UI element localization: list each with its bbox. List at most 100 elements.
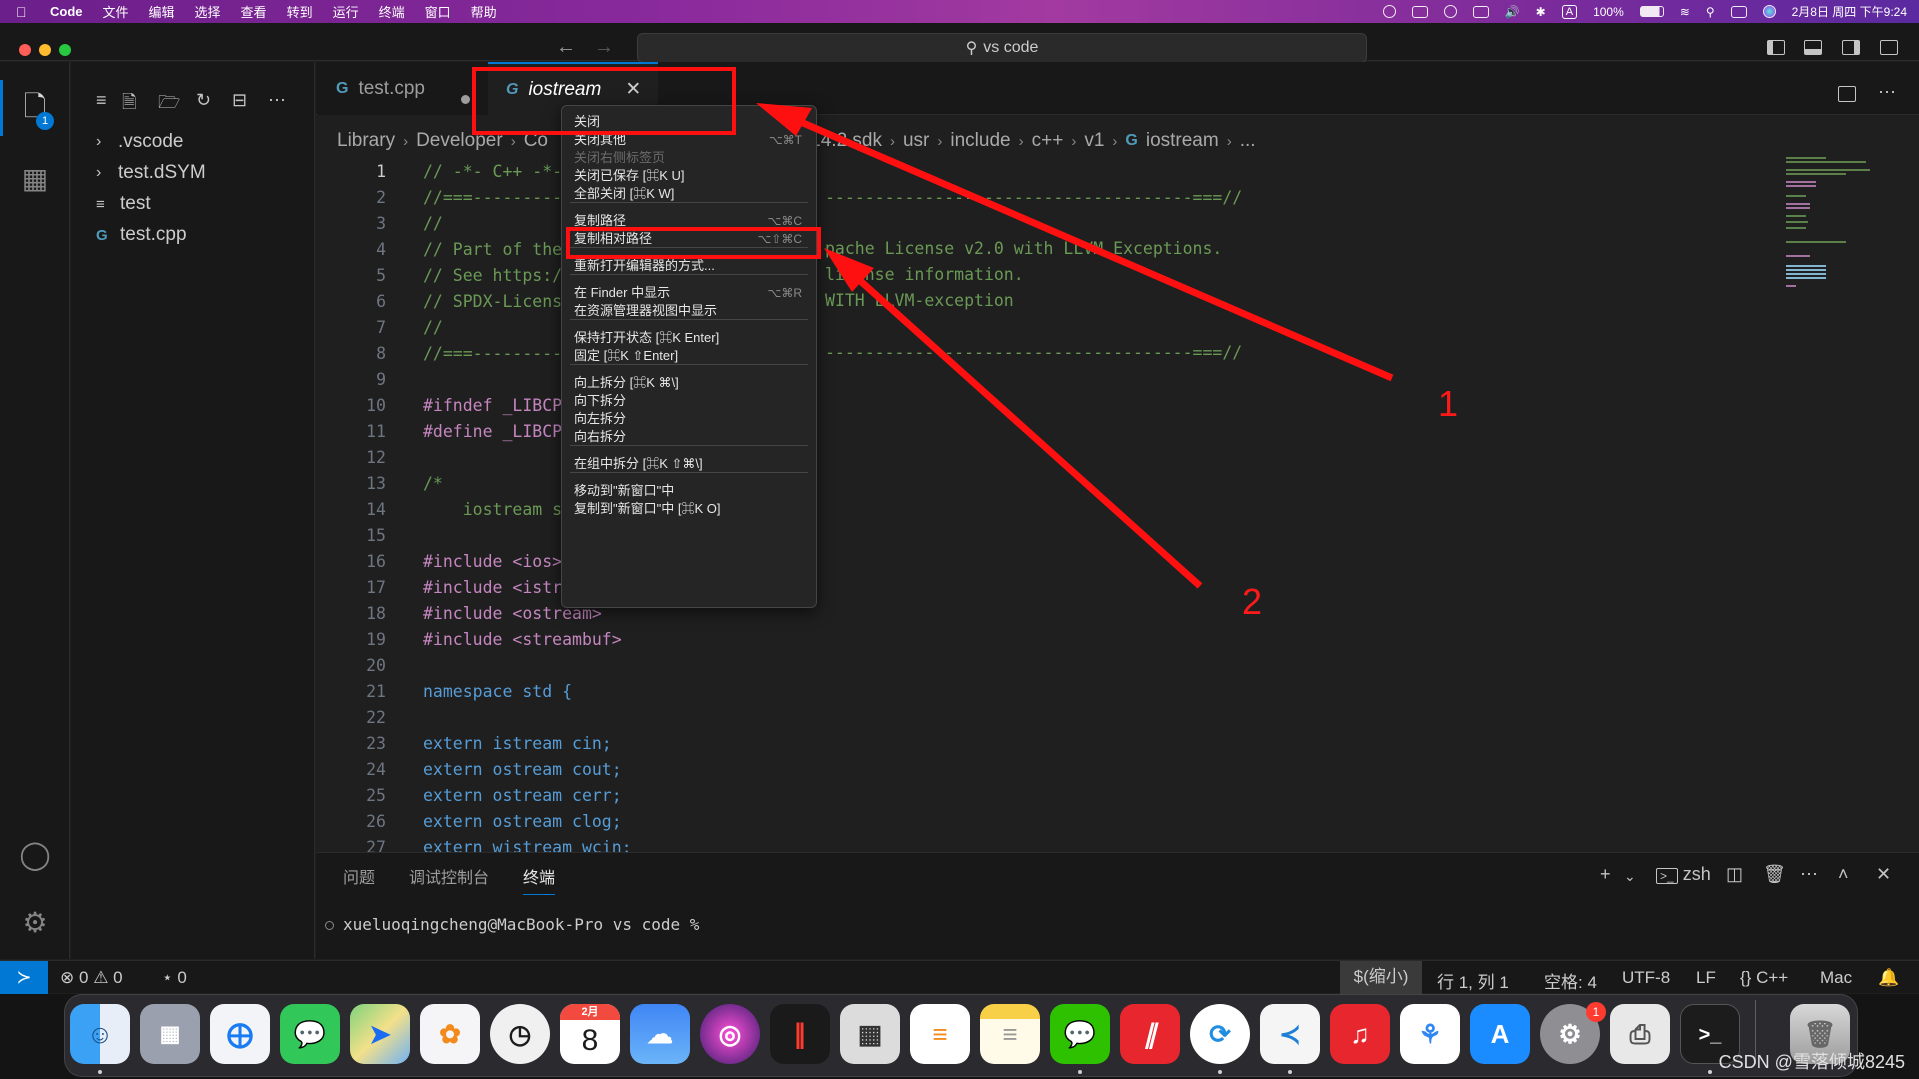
tree-item-test-dsym[interactable]: › test.dSYM [96,159,206,187]
tree-item-test[interactable]: ≡ test [96,190,151,218]
photos-icon[interactable]: ✿ [420,1004,480,1064]
menu-go[interactable]: 转到 [287,2,313,21]
split-terminal-icon[interactable]: ◫ [1726,864,1743,885]
code-line[interactable]: 9 [330,367,1830,393]
safari-icon[interactable]: ⨁ [210,1004,270,1064]
tree-item-vscode[interactable]: › .vscode [96,128,183,156]
accounts-icon[interactable]: ◯ [18,838,52,872]
panel-tab-terminal[interactable]: 终端 [523,864,556,895]
eol-status[interactable]: LF [1696,968,1716,988]
screen-mirror-icon[interactable] [1472,5,1489,18]
messages-icon[interactable]: 💬 [280,1004,340,1064]
tab-test-cpp[interactable]: G test.cpp [318,62,488,115]
code-line[interactable]: 20 [330,653,1830,679]
code-line[interactable]: 13 /* [330,471,1830,497]
notes-icon[interactable]: ≡ [980,1004,1040,1064]
breadcrumb-item[interactable]: v1 [1084,130,1104,152]
context-menu-item[interactable]: 复制到"新窗口"中 [⌘K O] [574,499,806,519]
unsaved-dot-icon[interactable] [461,95,470,104]
context-menu-item[interactable]: 向上拆分 [⌘K ⌘\] [574,373,806,393]
toggle-primary-sidebar-icon[interactable] [1767,40,1785,55]
context-menu-item[interactable]: 向右拆分 [574,427,806,447]
editor-more-actions-icon[interactable]: ⋯ [1878,82,1896,103]
context-menu-item[interactable]: 固定 [⌘K ⇧Enter] [574,346,806,366]
breadcrumb-item[interactable]: Library [337,130,395,152]
code-line[interactable]: 23 extern istream cin; [330,731,1830,757]
maximize-panel-icon[interactable]: ˄ [1838,864,1849,885]
explorer-menu-icon[interactable]: ≡ [96,90,107,111]
kill-terminal-trash-icon[interactable]: 🗑 [1763,864,1786,885]
vscode-icon[interactable]: ≺ [1260,1004,1320,1064]
calculator-icon[interactable]: ▦ [840,1004,900,1064]
close-window-button[interactable] [19,44,31,56]
context-menu-item[interactable]: 在组中拆分 [⌘K ⇧⌘\] [574,454,806,474]
app-store-icon[interactable]: A [1470,1004,1530,1064]
menu-file[interactable]: 文件 [103,2,129,21]
menu-window[interactable]: 窗口 [425,2,451,21]
close-panel-icon[interactable]: ✕ [1876,864,1891,885]
forward-arrow-icon[interactable]: → [594,36,614,59]
bluetooth-icon[interactable]: ✱ [1536,5,1546,19]
breadcrumb-item[interactable]: iostream [1146,130,1219,152]
toggle-panel-icon[interactable] [1804,40,1822,55]
breadcrumb-item[interactable]: include [950,130,1010,152]
breadcrumb-item[interactable]: c++ [1032,130,1064,152]
code-line[interactable]: 11 #define _LIBCPP [330,419,1830,445]
wechat-icon[interactable]: 💬 [1050,1004,1110,1064]
xunlei-icon[interactable]: ∥ [1120,1004,1180,1064]
weather-icon[interactable]: ☁ [630,1004,690,1064]
code-line[interactable]: 17 #include <istre [330,575,1830,601]
context-menu-item[interactable]: 关闭已保存 [⌘K U] [574,166,806,186]
reminders-icon[interactable]: ≡ [910,1004,970,1064]
zoom-out-status[interactable]: $(缩小) [1340,961,1422,994]
context-menu-item[interactable]: 重新打开编辑器的方式... [574,256,806,276]
code-line[interactable]: 18 #include <ostream> [330,601,1830,627]
menu-app-code[interactable]: Code [50,4,83,19]
code-line[interactable]: 1 // -*- C++ -*- [330,159,1830,185]
code-line[interactable]: 15 [330,523,1830,549]
code-line[interactable]: 3 // [330,211,1830,237]
control-center-icon[interactable] [1730,5,1747,18]
code-line[interactable]: 16 #include <ios> [330,549,1830,575]
terminal-prompt[interactable]: xueluoqingcheng@MacBook-Pro vs code % [343,915,699,934]
new-file-icon[interactable]: 🗎 [122,90,136,120]
refresh-icon[interactable]: ↻ [196,90,211,111]
code-line[interactable]: 25 extern ostream cerr; [330,783,1830,809]
back-arrow-icon[interactable]: ← [556,36,576,59]
indentation-status[interactable]: 空格: 4 [1544,968,1597,993]
collapse-all-icon[interactable]: ⊟ [232,90,247,111]
language-mode-status[interactable]: {} C++ [1740,968,1788,988]
apple-icon[interactable]:  [16,4,36,20]
context-menu-item[interactable]: 保持打开状态 [⌘K Enter] [574,328,806,348]
command-center-search[interactable]: ⚲ vs code [637,33,1367,63]
menu-terminal[interactable]: 终端 [379,2,405,21]
new-folder-icon[interactable]: 🗁 [158,90,180,120]
display-icon[interactable] [1411,5,1428,18]
accessibility-icon[interactable] [1443,5,1457,18]
context-menu-item[interactable]: 移动到"新窗口"中 [574,481,806,501]
extensions-icon[interactable]: ▦ [18,162,52,196]
encoding-status[interactable]: UTF-8 [1622,968,1670,988]
finder-icon[interactable]: ☺ [70,1004,130,1064]
clock-icon[interactable]: ◷ [490,1004,550,1064]
ports-status[interactable]: ⋆ 0 [162,968,187,988]
code-line[interactable]: 21 namespace std { [330,679,1830,705]
code-line[interactable]: 19 #include <streambuf> [330,627,1830,653]
battery-icon[interactable] [1639,6,1664,17]
siri-app-icon[interactable]: ◎ [700,1004,760,1064]
menu-help[interactable]: 帮助 [471,2,497,21]
input-method-indicator[interactable]: A [1561,4,1578,19]
printer-icon[interactable]: ⎙ [1610,1004,1670,1064]
panel-tab-debug-console[interactable]: 调试控制台 [409,864,489,888]
platform-status[interactable]: Mac [1820,968,1852,988]
breadcrumb-item[interactable]: ... [1240,130,1256,152]
code-line[interactable]: 7 // [330,315,1830,341]
spotlight-icon[interactable]: ⚲ [1706,5,1715,19]
manage-gear-icon[interactable]: ⚙ [18,906,52,940]
split-editor-icon[interactable] [1838,86,1856,102]
terminal-shell-selector[interactable]: >_ zsh [1656,864,1711,885]
code-line[interactable]: 14 iostream sy [330,497,1830,523]
more-actions-icon[interactable]: ⋯ [268,90,286,111]
context-menu-item[interactable]: 在 Finder 中显示 ⌥⌘R [574,283,806,303]
volume-icon[interactable]: 🔊 [1505,5,1520,19]
